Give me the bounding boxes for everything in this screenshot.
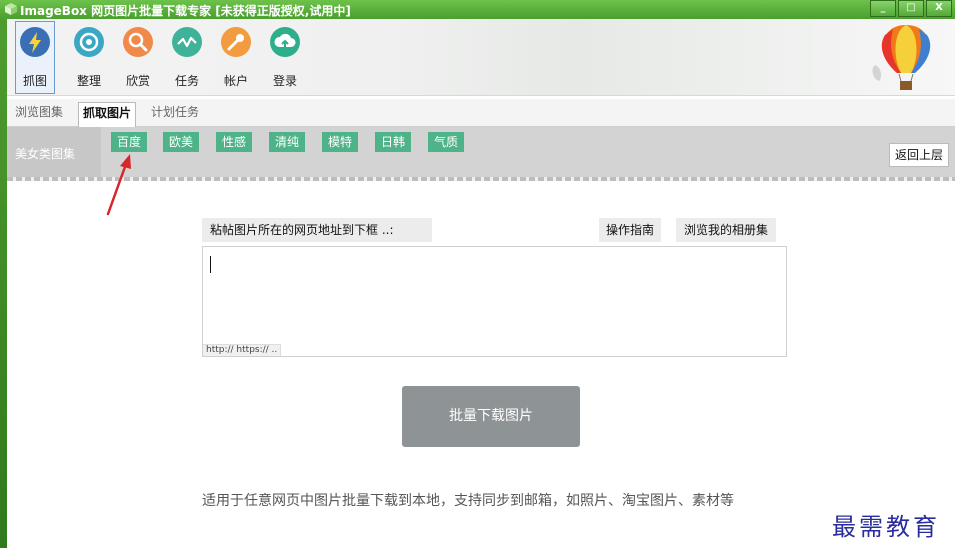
- tab-scheduled-tasks[interactable]: 计划任务: [147, 102, 203, 123]
- annotation-arrow-icon: [106, 154, 131, 216]
- paste-url-label: 粘帖图片所在的网页地址到下框 ..:: [202, 218, 432, 242]
- toolbar-account-button[interactable]: 帐户: [218, 22, 254, 92]
- chip-japan-korea[interactable]: 日韩: [375, 132, 412, 152]
- toolbar-view-button[interactable]: 欣赏: [120, 22, 156, 92]
- toolbar-login-label: 登录: [272, 74, 297, 88]
- toolbar-task-label: 任务: [174, 74, 199, 88]
- hot-air-balloon-logo: [872, 25, 931, 90]
- watermark-text: 最需教育: [832, 513, 940, 541]
- chip-model[interactable]: 模特: [322, 132, 359, 152]
- category-bar: 美女类图集 百度 欧美 性感 清纯 模特 日韩 气质 返回上层: [7, 127, 955, 181]
- batch-download-button[interactable]: 批量下载图片: [402, 386, 580, 447]
- pulse-icon: [172, 27, 202, 57]
- tab-grab-images[interactable]: 抓取图片: [78, 102, 137, 127]
- chip-temperament[interactable]: 气质: [428, 132, 465, 152]
- title-bar: ImageBox 网页图片批量下载专家 [未获得正版授权,试用中] _ □ X: [0, 0, 955, 19]
- url-hint: http:// https:// ..: [203, 344, 282, 356]
- chip-baidu[interactable]: 百度: [111, 132, 148, 152]
- chip-western[interactable]: 欧美: [163, 132, 200, 152]
- description-text: 适用于任意网页中图片批量下载到本地，支持同步到邮箱，如照片、淘宝图片、素材等: [202, 493, 734, 509]
- app-logo-icon: [5, 3, 17, 15]
- search-icon: [123, 27, 153, 57]
- guide-button[interactable]: 操作指南: [599, 218, 662, 242]
- back-button[interactable]: 返回上层: [888, 143, 949, 167]
- main-toolbar: 抓图 整理 欣赏 任务 帐户 登录: [7, 19, 955, 96]
- maximize-button[interactable]: □: [898, 0, 924, 17]
- tab-bar: 浏览图集 抓取图片 计划任务: [7, 99, 955, 127]
- key-icon: [221, 27, 251, 57]
- window-title: ImageBox 网页图片批量下载专家 [未获得正版授权,试用中]: [20, 4, 351, 18]
- category-title: 美女类图集: [15, 147, 76, 161]
- toolbar-grab-label: 抓图: [22, 74, 47, 88]
- toolbar-organize-label: 整理: [76, 74, 101, 88]
- eye-icon: [74, 27, 104, 57]
- browse-album-button[interactable]: 浏览我的相册集: [676, 218, 777, 242]
- toolbar-account-label: 帐户: [223, 74, 248, 88]
- tab-browse-album[interactable]: 浏览图集: [11, 102, 67, 123]
- text-caret: [210, 256, 211, 273]
- toolbar-login-button[interactable]: 登录: [267, 22, 303, 92]
- lightning-icon: [20, 27, 50, 57]
- toolbar-organize-button[interactable]: 整理: [71, 22, 107, 92]
- chip-sexy[interactable]: 性感: [216, 132, 253, 152]
- toolbar-grab-button[interactable]: 抓图: [15, 21, 55, 94]
- window-border-left: [0, 0, 7, 548]
- minimize-button[interactable]: _: [870, 0, 896, 17]
- toolbar-view-label: 欣赏: [125, 74, 150, 88]
- toolbar-task-button[interactable]: 任务: [169, 22, 205, 92]
- close-button[interactable]: X: [926, 0, 952, 17]
- url-textarea[interactable]: http:// https:// ..: [202, 246, 787, 357]
- cloud-upload-icon: [270, 27, 300, 57]
- dashed-divider: [7, 177, 955, 181]
- chip-pure[interactable]: 清纯: [269, 132, 306, 152]
